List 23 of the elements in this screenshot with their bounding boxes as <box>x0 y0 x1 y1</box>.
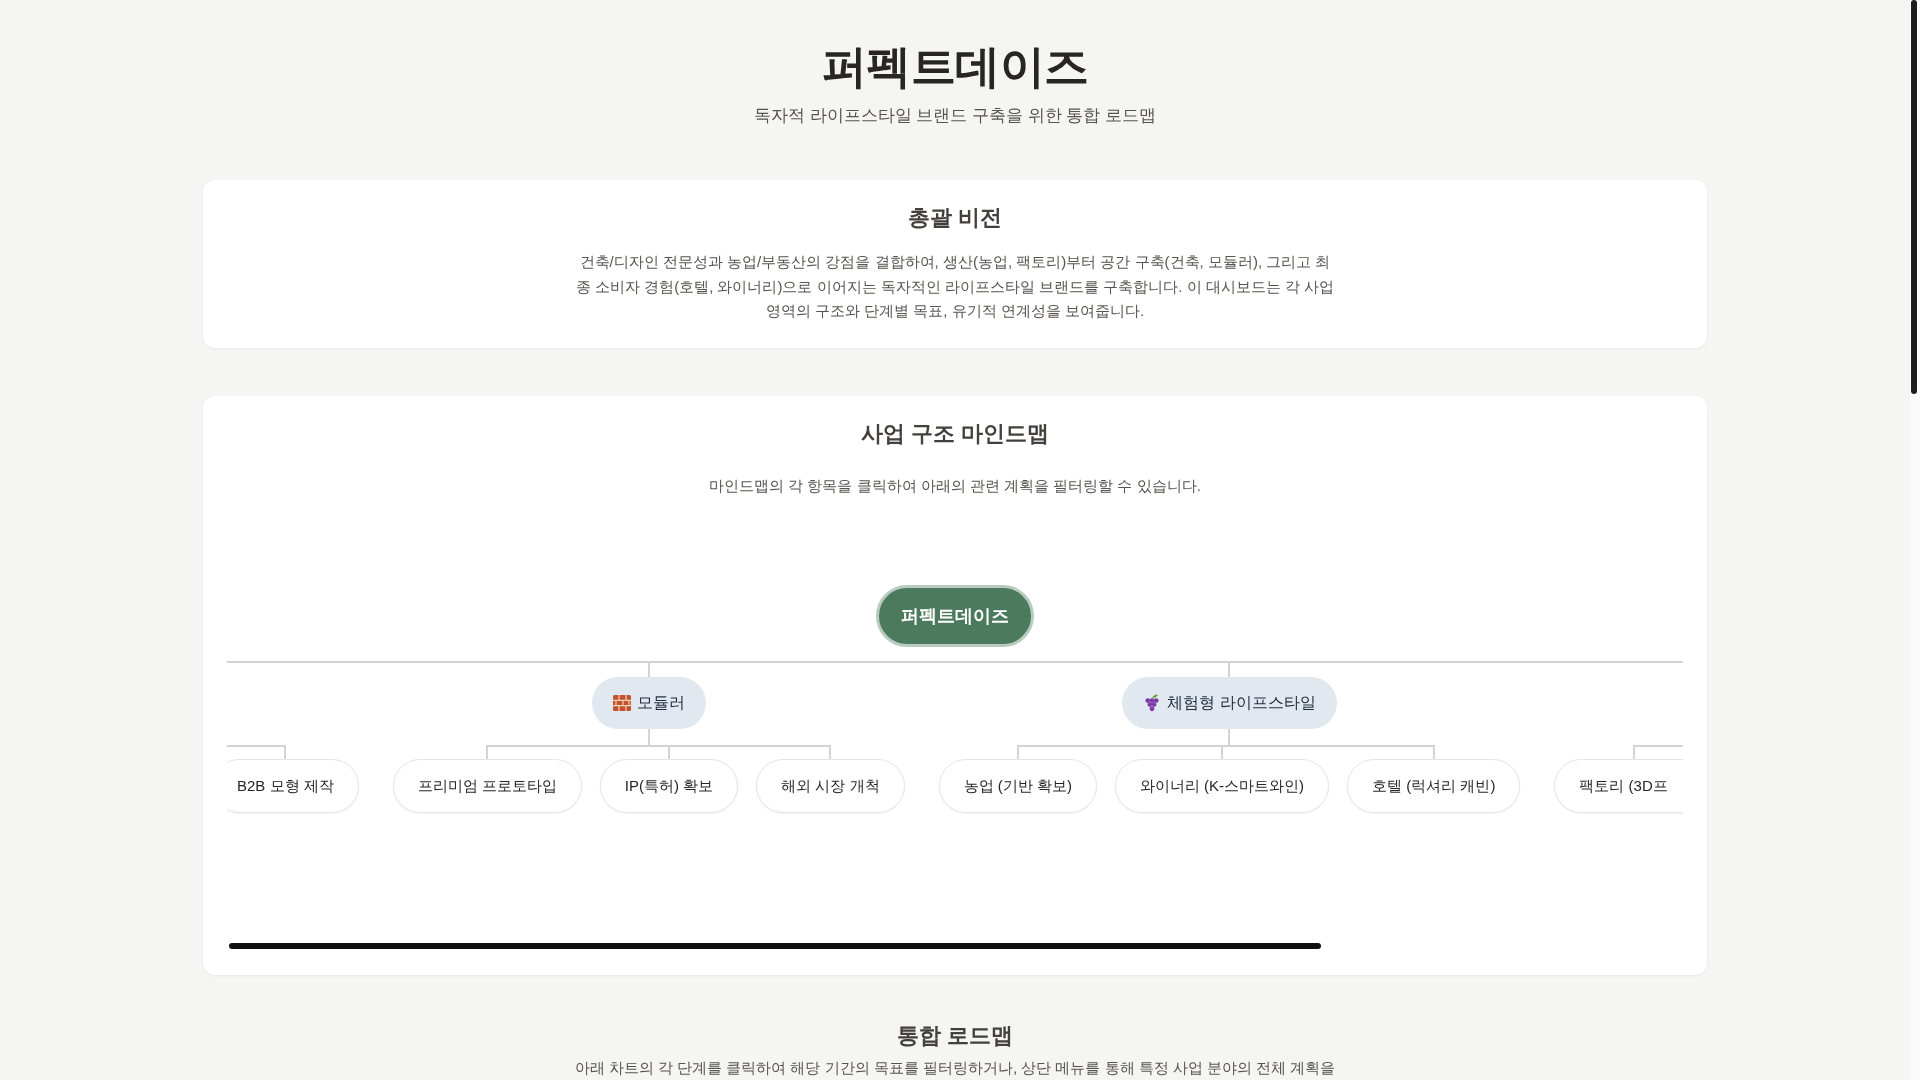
section-title: 사업 구조 마인드맵 <box>860 419 1050 448</box>
page-subtitle: 독자적 라이프스타일 브랜드 구축을 위한 통합 로드맵 <box>753 105 1157 127</box>
mindmap-description: 마인드맵의 각 항목을 클릭하여 아래의 관련 계획을 필터링할 수 있습니다. <box>709 475 1201 496</box>
branch-node[interactable]: 체험형 라이프스타일 <box>1122 676 1337 729</box>
vision-text: 건축/디자인 전문성과 농업/부동산의 강점을 결합하여, 생산(농업, 팩토리)부터 공간 구축(건축, 모듈러), 그리고 최종 소비자 경험(호텔, 와이너리)으로 이어지는 독자적인 라이프스타일 브랜드를 구축합니다. 이 대시보드는 각 사업 영역의 구조와 단계별 목표, 유기적 연계성을 보여줍니다. <box>574 252 1336 321</box>
leaf-node[interactable]: 팩토리 (3D프 <box>1554 758 1683 813</box>
brick-icon <box>612 694 631 711</box>
root-node[interactable]: 퍼펙트데이즈 <box>876 584 1034 647</box>
leaf-node[interactable]: 프리미엄 프로토타입 <box>392 758 582 813</box>
roadmap-description: 아래 차트의 각 단계를 클릭하여 해당 기간의 목표를 필터링하거나, 상단 메뉴를 통해 특정 사업 분야의 전체 계획을 <box>573 1057 1337 1078</box>
section-title: 총괄 비전 <box>907 204 1003 232</box>
leaf-node[interactable]: 농업 (기반 확보) <box>938 758 1097 813</box>
branch-node[interactable]: 모듈러 <box>591 676 706 729</box>
grapes-icon <box>1143 693 1162 712</box>
leaf-node[interactable]: B2B 모형 제작 <box>227 758 359 813</box>
page-title: 퍼펙트데이즈 <box>821 40 1089 94</box>
leaf-node[interactable]: IP(특허) 확보 <box>599 758 739 813</box>
leaf-node[interactable]: 호텔 (럭셔리 캐빈) <box>1347 758 1521 813</box>
leaf-node[interactable]: 와이너리 (K-스마트와인) <box>1114 758 1330 813</box>
horizontal-scrollbar[interactable] <box>229 942 1321 949</box>
leaf-node[interactable]: 해외 시장 개척 <box>756 758 905 813</box>
section-title: 통합 로드맵 <box>895 1021 1015 1050</box>
vertical-scrollbar[interactable] <box>1911 0 1917 394</box>
